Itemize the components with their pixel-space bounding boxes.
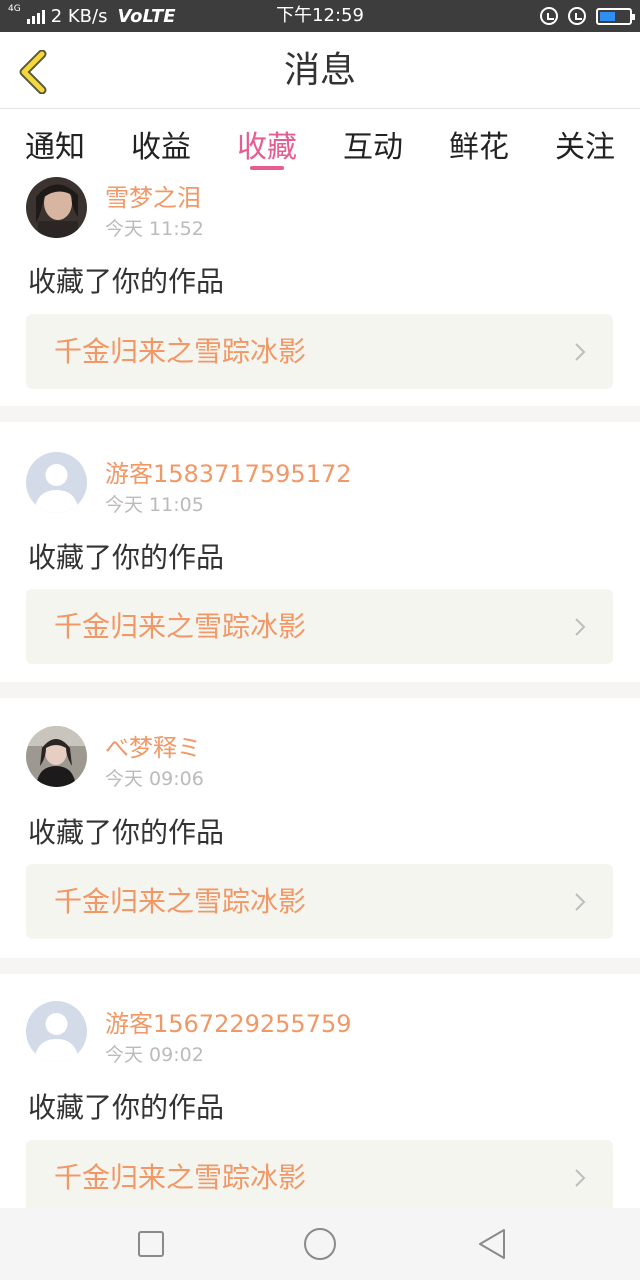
avatar-photo-icon [26, 726, 87, 787]
work-title: 千金归来之雪踪冰影 [54, 885, 307, 918]
divider [0, 958, 640, 974]
work-link[interactable]: 千金归来之雪踪冰影 [26, 589, 613, 664]
avatar[interactable] [26, 177, 87, 238]
chevron-right-icon [575, 893, 586, 911]
chevron-right-icon [575, 618, 586, 636]
action-text: 收藏了你的作品 [28, 1091, 225, 1124]
work-link[interactable]: 千金归来之雪踪冰影 [26, 1140, 613, 1208]
avatar-photo-icon [26, 177, 87, 238]
header: 消息 [0, 32, 640, 109]
default-avatar-icon [26, 1001, 87, 1062]
tab-notifications[interactable]: 通知 [10, 122, 100, 166]
chevron-right-icon [575, 1169, 586, 1187]
status-right [540, 0, 635, 32]
action-text: 收藏了你的作品 [28, 816, 225, 849]
system-nav-bar [0, 1208, 640, 1280]
action-text: 收藏了你的作品 [28, 265, 225, 298]
list-item: べ梦释ミ 今天 09:06 收藏了你的作品 千金归来之雪踪冰影 [0, 698, 640, 958]
tab-following[interactable]: 关注 [540, 122, 630, 166]
tab-flowers[interactable]: 鲜花 [434, 122, 524, 166]
work-link[interactable]: 千金归来之雪踪冰影 [26, 314, 613, 389]
back-icon[interactable] [474, 1226, 510, 1262]
user-name[interactable]: べ梦释ミ [105, 728, 201, 763]
divider [0, 682, 640, 698]
work-title: 千金归来之雪踪冰影 [54, 335, 307, 368]
favorites-list[interactable]: 雪梦之泪 今天 11:52 收藏了你的作品 千金归来之雪踪冰影 游客158371… [0, 176, 640, 1208]
action-text: 收藏了你的作品 [28, 541, 225, 574]
page-title: 消息 [283, 50, 356, 91]
battery-fill [600, 11, 616, 21]
tab-interactions[interactable]: 互动 [328, 122, 418, 166]
home-icon[interactable] [302, 1226, 338, 1262]
avatar[interactable] [26, 1001, 87, 1062]
user-name[interactable]: 游客1567229255759 [105, 1004, 352, 1039]
timestamp: 今天 09:06 [105, 768, 204, 790]
chevron-right-icon [575, 343, 586, 361]
status-bar: 4G 2 KB/s VoLTE 下午12:59 [0, 0, 640, 32]
tab-bar: 通知 收益 收藏 互动 鲜花 关注 [0, 110, 640, 176]
work-link[interactable]: 千金归来之雪踪冰影 [26, 864, 613, 939]
timestamp: 今天 09:02 [105, 1044, 204, 1066]
recent-apps-icon[interactable] [133, 1226, 169, 1262]
tab-favorites[interactable]: 收藏 [222, 122, 312, 166]
avatar[interactable] [26, 452, 87, 513]
user-name[interactable]: 游客1583717595172 [105, 454, 352, 489]
tab-earnings[interactable]: 收益 [116, 122, 206, 166]
timestamp: 今天 11:52 [105, 218, 204, 240]
alarm-icon [568, 7, 586, 25]
avatar[interactable] [26, 726, 87, 787]
work-title: 千金归来之雪踪冰影 [54, 1161, 307, 1194]
divider [0, 406, 640, 422]
list-item: 雪梦之泪 今天 11:52 收藏了你的作品 千金归来之雪踪冰影 [0, 176, 640, 406]
work-title: 千金归来之雪踪冰影 [54, 610, 307, 643]
battery-icon [596, 7, 635, 25]
list-item: 游客1567229255759 今天 09:02 收藏了你的作品 千金归来之雪踪… [0, 974, 640, 1208]
default-avatar-icon [26, 452, 87, 513]
list-item: 游客1583717595172 今天 11:05 收藏了你的作品 千金归来之雪踪… [0, 422, 640, 682]
active-tab-indicator [250, 166, 284, 170]
user-name[interactable]: 雪梦之泪 [105, 178, 201, 213]
timestamp: 今天 11:05 [105, 494, 204, 516]
lock-rotation-icon [540, 7, 558, 25]
